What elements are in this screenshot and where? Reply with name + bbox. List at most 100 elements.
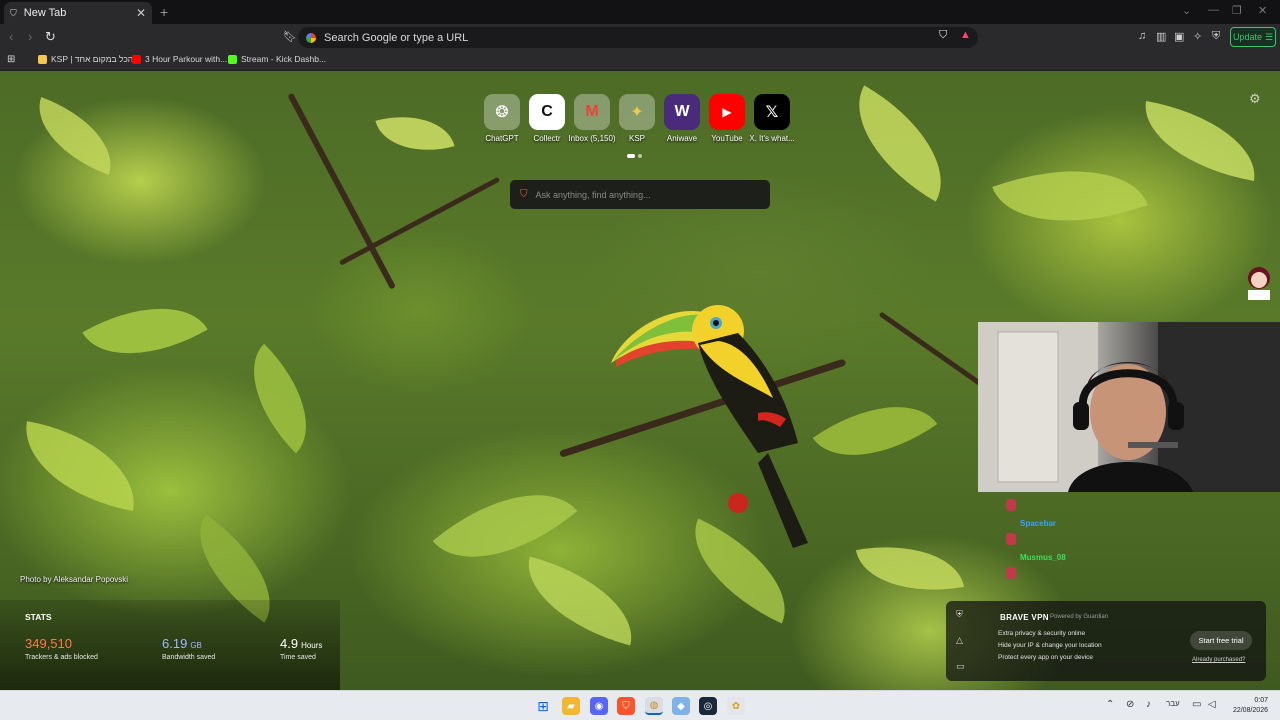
pager-dot-active[interactable]	[627, 154, 635, 158]
chrome-canary-icon[interactable]: ◍	[645, 697, 663, 715]
windows-taskbar: ⊞ ▰ ◉ ⛉ ◍ ◆ ◎ ✿ ⌃ ⊘ ♪ עבר ▭ ◁ 0:07 22/08…	[0, 690, 1280, 720]
chat-username: Spacebar	[1020, 519, 1057, 528]
youtube-favicon-icon	[132, 54, 141, 64]
customize-gear-icon[interactable]: ⚙	[1249, 91, 1261, 107]
top-site-youtube[interactable]: ▶ YouTube	[709, 94, 745, 143]
top-site-aniwave[interactable]: W Aniwave	[664, 94, 700, 143]
ntp-search-box[interactable]: ⛉ Ask anything, find anything...	[510, 180, 770, 209]
tab-close-icon[interactable]: ✕	[136, 6, 146, 20]
top-sites-pager[interactable]	[627, 154, 642, 158]
apps-grid-icon[interactable]: ⊞	[7, 54, 15, 65]
time-unit: Hours	[301, 641, 323, 650]
pager-dot[interactable]	[638, 154, 642, 158]
photo-credit[interactable]: Photo by Aleksandar Popovski	[20, 575, 128, 584]
top-site-ksp[interactable]: ✦ KSP	[619, 94, 655, 143]
stream-chat-overlay: Spacebar Musmus_08	[1000, 489, 1140, 599]
media-icon[interactable]: ♫	[1138, 30, 1146, 42]
tray-network-off-icon[interactable]: ⊘	[1126, 699, 1134, 710]
start-free-trial-button[interactable]: Start free trial	[1190, 631, 1252, 650]
address-bar-placeholder: Search Google or type a URL	[324, 31, 469, 44]
new-tab-button[interactable]: +	[160, 4, 168, 20]
minimize-icon[interactable]: —	[1208, 4, 1219, 16]
leo-ai-icon[interactable]: ✧	[1193, 30, 1202, 43]
steam-icon[interactable]: ◎	[699, 697, 717, 715]
tab-new-tab[interactable]: ⛉ New Tab ✕	[4, 2, 152, 24]
system-clock[interactable]: 0:07 22/08/2026	[1226, 696, 1268, 716]
bandwidth-caption: Bandwidth saved	[162, 654, 216, 661]
brave-shields-icon[interactable]: ⛉	[939, 29, 947, 42]
tab-search-icon[interactable]: ⌄	[1182, 4, 1191, 17]
chat-sprite-icon	[1006, 533, 1016, 545]
app-diamond-icon[interactable]: ◆	[672, 697, 690, 715]
time-value: 4.9	[280, 636, 299, 651]
toucan-photo	[611, 305, 808, 548]
language-indicator[interactable]: עבר	[1166, 699, 1180, 708]
vpn-widget: ⛨ △ ▭ BRAVE VPN Powered by Guardian Extr…	[946, 601, 1266, 681]
app-flower-icon[interactable]: ✿	[727, 697, 745, 715]
brave-shield-icon: ⛉	[10, 7, 17, 18]
ksp-icon: ✦	[619, 94, 655, 130]
vpn-feature: Hide your IP & change your location	[998, 642, 1102, 649]
reload-icon[interactable]: ↻	[45, 29, 56, 45]
address-bar[interactable]: Search Google or type a URL	[298, 27, 978, 48]
trackers-value: 349,510	[25, 636, 72, 651]
maximize-icon[interactable]: ❐	[1232, 4, 1242, 17]
webcam-overlay	[978, 322, 1280, 492]
tray-mic-icon[interactable]: ♪	[1146, 699, 1151, 710]
google-icon	[306, 32, 316, 43]
sidebar-icon[interactable]: ▥	[1156, 30, 1166, 43]
tray-volume-icon[interactable]: ◁	[1208, 699, 1216, 710]
tab-strip: ⛉ New Tab ✕ + ⌄ — ❐ ✕	[0, 0, 1280, 24]
wallet-icon[interactable]: ▣	[1174, 30, 1184, 43]
vpn-feature: Protect every app on your device	[998, 654, 1094, 661]
back-icon[interactable]: ‹	[9, 29, 13, 44]
bookmark-parkour[interactable]: 3 Hour Parkour with...	[132, 54, 227, 64]
bandwidth-value: 6.19	[162, 636, 188, 651]
vpn-icon[interactable]: ⛨	[1212, 30, 1220, 43]
discord-icon[interactable]: ◉	[590, 697, 608, 715]
streamer-video	[978, 322, 1280, 492]
gmail-icon: M	[574, 94, 610, 130]
bookmark-kick[interactable]: Stream - Kick Dashb...	[228, 54, 326, 64]
close-window-icon[interactable]: ✕	[1258, 4, 1267, 17]
top-site-collectr[interactable]: C Collectr	[529, 94, 565, 143]
bookmark-ksp[interactable]: KSP | הכל במקום אחד	[38, 54, 133, 64]
tab-title: New Tab	[23, 7, 67, 19]
top-site-label: Collectr	[533, 134, 561, 143]
brave-browser-icon[interactable]: ⛉	[617, 697, 635, 715]
toolbar: ‹ › ↻ 🔖︎ Search Google or type a URL ⛉ ▲…	[0, 24, 1280, 51]
start-menu-icon[interactable]: ⊞	[534, 697, 552, 715]
bookmark-label: KSP | הכל במקום אחד	[51, 54, 134, 64]
chat-sprite-icon	[1006, 499, 1016, 511]
trackers-caption: Trackers & ads blocked	[25, 654, 98, 661]
ksp-favicon-icon	[38, 54, 47, 64]
vpn-card-icon: ▭	[956, 661, 965, 671]
top-site-x[interactable]: 𝕏 X. It's what...	[749, 94, 795, 143]
chat-sprite-icon	[1006, 567, 1016, 579]
stats-title: STATS	[25, 612, 52, 622]
top-site-label: Aniwave	[666, 134, 698, 143]
vpn-powered-by: Powered by Guardian	[1050, 614, 1109, 620]
update-button[interactable]: Update ☰	[1230, 27, 1276, 47]
time-caption: Time saved	[280, 654, 316, 661]
aniwave-icon: W	[664, 94, 700, 130]
tray-chevron-icon[interactable]: ⌃	[1106, 699, 1114, 710]
chat-username: Musmus_08	[1020, 553, 1066, 562]
tray-display-icon[interactable]: ▭	[1192, 699, 1201, 710]
update-label: Update	[1232, 32, 1262, 42]
clock-time: 0:07	[1254, 697, 1268, 704]
file-explorer-icon[interactable]: ▰	[562, 697, 580, 715]
clock-date: 22/08/2026	[1232, 707, 1268, 714]
top-sites: ❂ ChatGPT C Collectr M Inbox (5,150) ✦ K…	[484, 94, 795, 143]
bookmark-label: 3 Hour Parkour with...	[145, 54, 228, 64]
brave-rewards-icon[interactable]: ▲	[960, 29, 971, 41]
top-site-label: YouTube	[711, 134, 743, 143]
top-site-chatgpt[interactable]: ❂ ChatGPT	[484, 94, 520, 143]
bandwidth-unit: GB	[190, 641, 202, 650]
bookmark-page-icon[interactable]: 🔖︎	[283, 30, 297, 43]
top-site-gmail[interactable]: M Inbox (5,150)	[568, 94, 616, 143]
top-site-label: X. It's what...	[749, 134, 795, 143]
forward-icon[interactable]: ›	[28, 29, 32, 44]
already-purchased-link[interactable]: Already purchased?	[1192, 657, 1245, 663]
stat-trackers: 349,510 Trackers & ads blocked	[25, 636, 98, 661]
